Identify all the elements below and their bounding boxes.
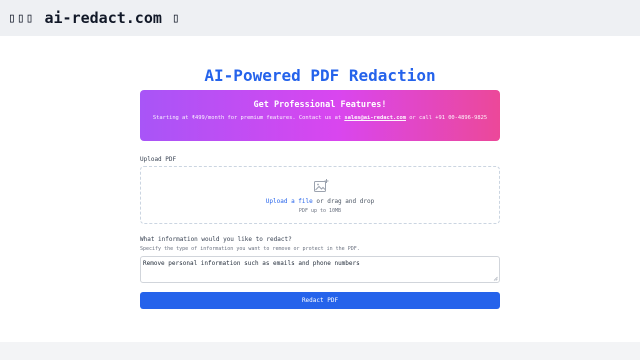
redact-pdf-button[interactable]: Redact PDF bbox=[140, 292, 500, 309]
redact-instructions-textarea[interactable]: Remove personal information such as emai… bbox=[140, 256, 500, 283]
image-upload-icon bbox=[314, 179, 329, 192]
upload-file-link[interactable]: Upload a file bbox=[266, 198, 313, 205]
page-title: AI-Powered PDF Redaction bbox=[204, 66, 436, 85]
upload-size-limit: PDF up to 10MB bbox=[298, 208, 342, 214]
promo-text-end: or call +91 00-4896-9825 bbox=[406, 115, 488, 121]
promo-text-start: Starting at ₹499/month for premium featu… bbox=[152, 115, 345, 121]
redact-hint: Specify the type of information you want… bbox=[140, 246, 360, 252]
sales-email-link[interactable]: sales@ai-redact.com bbox=[344, 115, 406, 121]
redact-question-label: What information would you like to redac… bbox=[140, 236, 292, 243]
promo-text: Starting at ₹499/month for premium featu… bbox=[140, 114, 500, 123]
toolbar-icons: ▯▯▯ bbox=[8, 10, 35, 26]
file-dropzone[interactable]: Upload a file or drag and drop PDF up to… bbox=[140, 166, 500, 224]
upload-instructions: Upload a file or drag and drop bbox=[141, 198, 499, 205]
site-domain: ai-redact.com bbox=[44, 9, 162, 27]
trailing-icon: ▯ bbox=[171, 10, 180, 26]
browser-address-bar[interactable]: ▯▯▯ ai-redact.com ▯ bbox=[0, 0, 640, 36]
promo-banner: Get Professional Features! Starting at ₹… bbox=[140, 90, 500, 141]
page-footer-strip bbox=[0, 342, 640, 360]
textarea-value: Remove personal information such as emai… bbox=[143, 260, 360, 267]
resize-grip-icon[interactable] bbox=[493, 276, 498, 281]
upload-label: Upload PDF bbox=[140, 156, 177, 163]
drag-drop-text: or drag and drop bbox=[312, 198, 375, 205]
promo-heading: Get Professional Features! bbox=[253, 100, 387, 110]
